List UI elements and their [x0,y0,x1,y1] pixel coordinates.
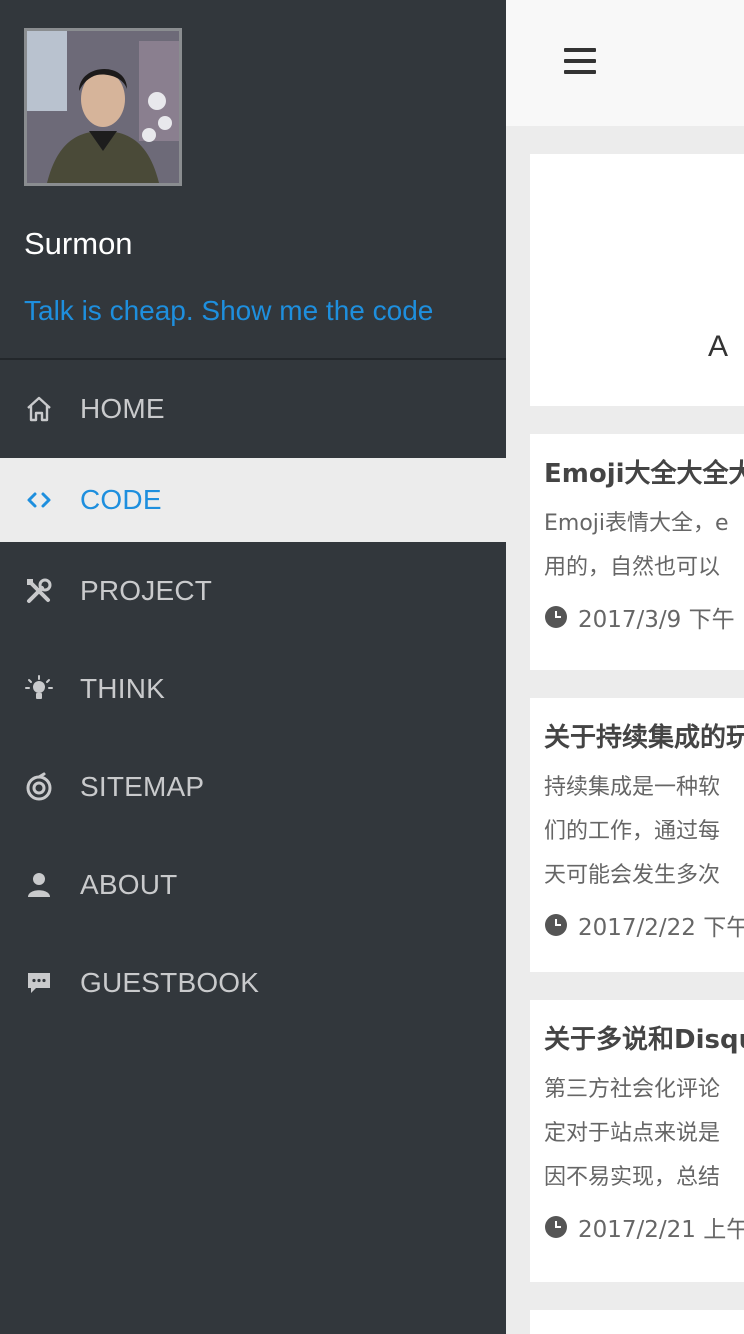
main-content: A Emoji大全大全大 Emoji表情大全，e 用的，自然也可以 2017/3… [506,0,744,1334]
sidebar-nav: HOME CODE PROJECT THINK SITEMAP ABOUT GU… [0,360,506,1032]
article-date: 2017/2/22 下午 [578,915,744,941]
user-icon [22,868,56,902]
article-title[interactable]: 关于持续集成的玩 [544,718,744,758]
article-title[interactable]: 关于多说和Disqu [544,1020,744,1060]
clock-icon [545,914,567,936]
sidebar-item-sitemap[interactable]: SITEMAP [0,738,506,836]
user-motto: Talk is cheap. Show me the code [24,295,434,326]
article-date: 2017/2/21 上午 [578,1217,744,1243]
article-card[interactable] [530,1310,744,1334]
sidebar-item-think[interactable]: THINK [0,640,506,738]
article-desc: Emoji表情大全，e 用的，自然也可以 [544,502,744,590]
top-bar [506,0,744,126]
user-name: Surmon [24,226,133,261]
sidebar-item-guestbook[interactable]: GUESTBOOK [0,934,506,1032]
avatar[interactable] [24,28,182,186]
sidebar-item-label: CODE [80,484,162,515]
article-desc-line: 持续集成是一种软 [544,775,721,800]
article-desc-line: 们的工作，通过每 [544,819,721,844]
article-card[interactable]: 关于多说和Disqu 第三方社会化评论 定对于站点来说是 因不易实现，总结 20… [530,1000,744,1282]
sidebar-item-label: PROJECT [80,575,213,606]
sidebar-item-label: HOME [80,393,165,424]
article-desc-line: 定对于站点来说是 [544,1121,721,1146]
sidebar: Surmon Talk is cheap. Show me the code H… [0,0,506,1334]
article-desc: 持续集成是一种软 们的工作，通过每 天可能会发生多次 [544,766,744,898]
article-desc-line: Emoji表情大全，e [544,511,729,536]
article-meta: 2017/3/9 下午 [544,600,744,634]
banner-text: A [708,330,729,363]
article-desc-line: 用的，自然也可以 [544,555,721,580]
article-title[interactable]: Emoji大全大全大 [544,454,744,494]
code-icon [22,483,56,517]
clock-icon [545,1216,567,1238]
chat-icon [22,966,56,1000]
article-desc-line: 因不易实现，总结 [544,1165,721,1190]
article-card[interactable]: Emoji大全大全大 Emoji表情大全，e 用的，自然也可以 2017/3/9… [530,434,744,670]
article-meta: 2017/2/22 下午 [544,908,744,942]
article-desc-line: 第三方社会化评论 [544,1077,721,1102]
sidebar-item-label: ABOUT [80,869,178,900]
home-icon [22,392,56,426]
sidebar-item-code[interactable]: CODE [0,458,506,542]
lightbulb-icon [22,672,56,706]
article-date: 2017/3/9 下午 [578,607,735,633]
article-card[interactable]: 关于持续集成的玩 持续集成是一种软 们的工作，通过每 天可能会发生多次 2017… [530,698,744,972]
sidebar-item-home[interactable]: HOME [0,360,506,458]
article-meta: 2017/2/21 上午 [544,1210,744,1244]
swirl-icon [22,770,56,804]
tools-icon [22,574,56,608]
sidebar-item-label: THINK [80,673,165,704]
avatar-photo [27,31,179,183]
article-desc: 第三方社会化评论 定对于站点来说是 因不易实现，总结 [544,1068,744,1200]
banner[interactable] [530,154,744,406]
sidebar-item-project[interactable]: PROJECT [0,542,506,640]
article-desc-line: 天可能会发生多次 [544,863,721,888]
sidebar-item-about[interactable]: ABOUT [0,836,506,934]
sidebar-item-label: SITEMAP [80,771,205,802]
hamburger-icon[interactable] [564,48,596,78]
clock-icon [545,606,567,628]
sidebar-item-label: GUESTBOOK [80,967,260,998]
